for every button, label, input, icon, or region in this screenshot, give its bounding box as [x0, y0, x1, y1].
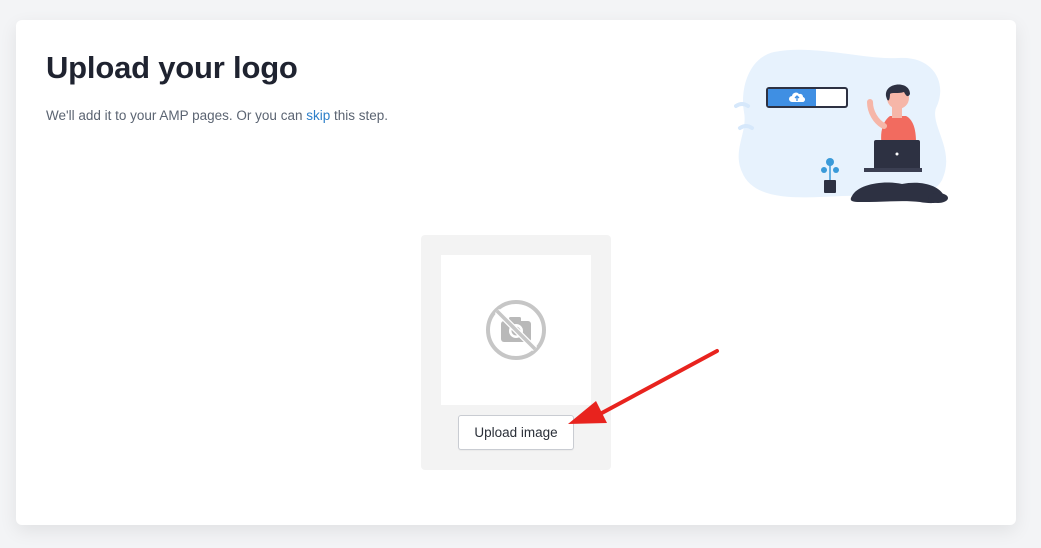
- no-camera-icon: [486, 300, 546, 360]
- upload-image-button[interactable]: Upload image: [458, 415, 574, 450]
- illustration-svg: [734, 49, 948, 204]
- page-subtitle: We'll add it to your AMP pages. Or you c…: [46, 108, 388, 123]
- skip-link[interactable]: skip: [306, 108, 330, 123]
- logo-preview: [441, 255, 591, 405]
- subtitle-suffix: this step.: [330, 108, 389, 123]
- page-title: Upload your logo: [46, 50, 298, 85]
- subtitle-prefix: We'll add it to your AMP pages. Or you c…: [46, 108, 307, 123]
- person-uploading-illustration: [734, 46, 958, 204]
- logo-upload-box: Upload image: [421, 235, 611, 470]
- onboarding-card: Upload your logo We'll add it to your AM…: [16, 20, 1016, 525]
